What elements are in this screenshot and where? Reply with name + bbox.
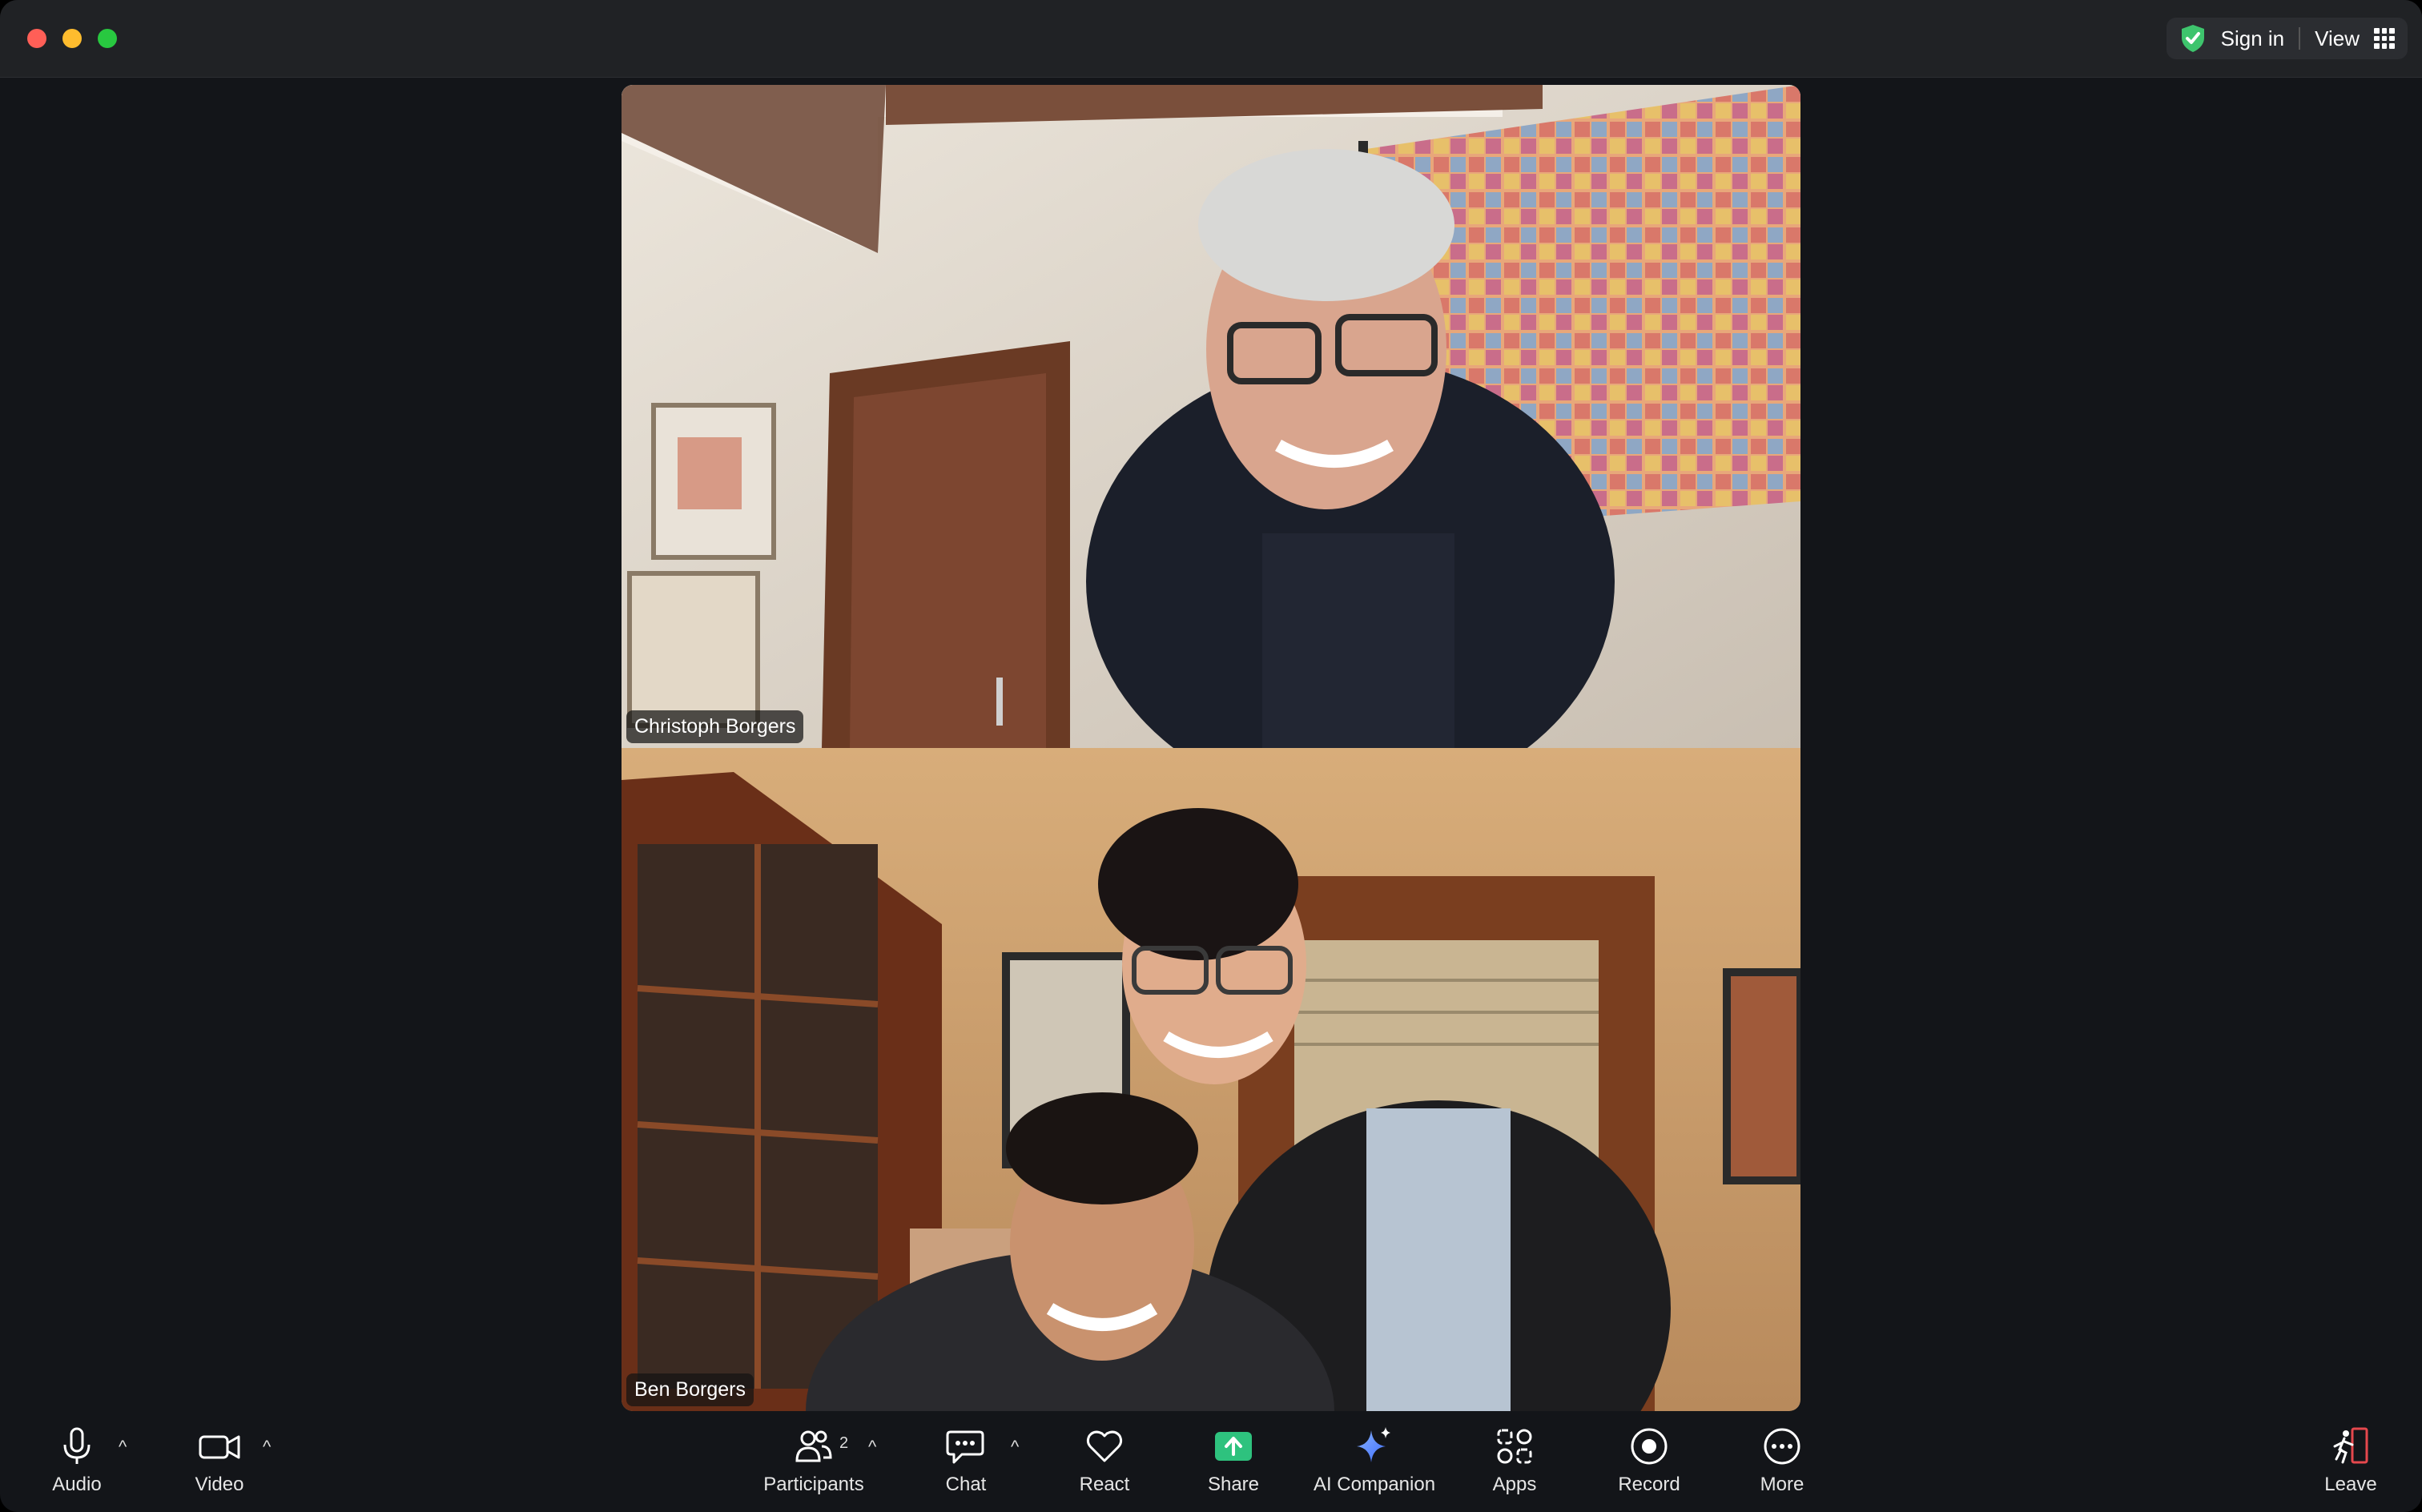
audio-button[interactable]: Audio [48, 1427, 106, 1496]
video-button[interactable]: Video [187, 1427, 251, 1496]
top-right-controls: Sign in View [2166, 18, 2408, 59]
divider [2299, 27, 2301, 50]
video-tile-christoph[interactable]: Christoph Borgers [622, 85, 1800, 748]
chat-button[interactable]: Chat [943, 1427, 988, 1496]
video-camera-icon [199, 1435, 240, 1459]
more-button[interactable]: More [1754, 1427, 1810, 1496]
leave-label: Leave [2324, 1474, 2377, 1495]
audio-options-chevron-up-icon[interactable]: ^ [119, 1437, 127, 1458]
participants-options-chevron-up-icon[interactable]: ^ [868, 1437, 876, 1458]
share-label: Share [1207, 1474, 1260, 1495]
chat-options-chevron-up-icon[interactable]: ^ [1011, 1437, 1019, 1458]
view-button-label[interactable]: View [2315, 26, 2360, 51]
ai-companion-label: AI Companion [1313, 1474, 1436, 1495]
share-screen-icon [1215, 1432, 1252, 1461]
more-options-icon [1764, 1428, 1800, 1465]
chat-bubble-icon [946, 1430, 984, 1464]
participants-label: Participants [763, 1474, 864, 1495]
participant-name-tag: Christoph Borgers [626, 710, 804, 743]
react-button[interactable]: React [1076, 1427, 1133, 1496]
zoom-window-button[interactable] [98, 29, 117, 48]
video-feed-ben [622, 748, 1800, 1411]
microphone-icon [63, 1427, 91, 1464]
apps-icon [1497, 1429, 1532, 1464]
leave-button[interactable]: Leave [2323, 1426, 2379, 1496]
minimize-window-button[interactable] [62, 29, 82, 48]
video-tile-ben[interactable]: Ben Borgers [622, 748, 1800, 1411]
title-bar: Sign in View [0, 0, 2422, 78]
video-label: Video [195, 1474, 244, 1495]
participant-name-tag: Ben Borgers [626, 1373, 754, 1406]
participants-button[interactable]: Participants [758, 1427, 870, 1496]
more-label: More [1760, 1474, 1804, 1495]
share-button[interactable]: Share [1205, 1427, 1261, 1496]
close-window-button[interactable] [27, 29, 46, 48]
heart-icon [1086, 1430, 1123, 1462]
record-label: Record [1618, 1474, 1680, 1495]
record-button[interactable]: Record [1611, 1427, 1687, 1496]
participants-icon [795, 1430, 832, 1462]
ai-companion-button[interactable]: AI Companion [1310, 1426, 1438, 1496]
sign-in-button[interactable]: Sign in [2221, 26, 2285, 51]
zoom-window: Sign in View Christoph Borgers Ben Borge… [0, 0, 2422, 1512]
audio-label: Audio [52, 1474, 102, 1495]
grid-view-icon[interactable] [2374, 28, 2395, 49]
shield-check-icon[interactable] [2179, 23, 2207, 54]
apps-label: Apps [1492, 1474, 1537, 1495]
leave-exit-icon [2333, 1427, 2368, 1464]
apps-button[interactable]: Apps [1487, 1427, 1543, 1496]
record-icon [1631, 1428, 1668, 1465]
video-options-chevron-up-icon[interactable]: ^ [263, 1437, 271, 1458]
participant-count: 2 [839, 1434, 849, 1452]
ai-sparkle-icon [1357, 1427, 1390, 1462]
meeting-toolbar: Audio ^ Video ^ Participants 2 ^ Chat ^ … [0, 1408, 2422, 1512]
react-label: React [1079, 1474, 1130, 1495]
chat-label: Chat [945, 1474, 987, 1495]
video-feed-christoph [622, 85, 1800, 748]
